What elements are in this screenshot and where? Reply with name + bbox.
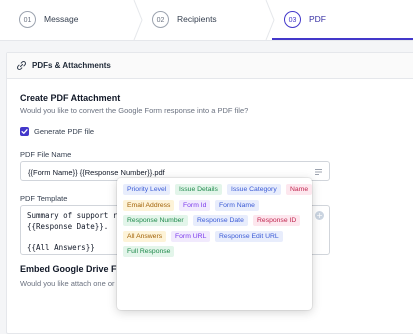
pdf-file-name-value: {{Form Name}} {{Response Number}}.pdf [28, 168, 165, 177]
placeholder-tag[interactable]: Response ID [253, 215, 301, 226]
placeholder-tag[interactable]: Form Name [215, 199, 259, 211]
placeholder-tags-popover: Priority Level Issue Details Issue Categor… [117, 178, 313, 310]
placeholder-tag[interactable]: Response Number [123, 215, 188, 226]
menu-lines-icon[interactable] [314, 168, 323, 176]
placeholder-tag[interactable]: Form URL [171, 230, 211, 242]
embed-drive-title: Embed Google Drive Files [20, 264, 132, 274]
card-title: PDFs & Attachments [32, 61, 111, 70]
step-message[interactable]: 01 Message [0, 0, 139, 40]
placeholder-tag[interactable]: Full Response [123, 246, 175, 257]
placeholder-tag[interactable]: Email Address [123, 199, 175, 211]
generate-pdf-label[interactable]: Generate PDF file [34, 127, 94, 136]
pdf-file-name-label: PDF File Name [20, 150, 72, 159]
step-number: 01 [19, 11, 36, 28]
card-header: PDFs & Attachments [7, 53, 413, 79]
pdf-template-label: PDF Template [20, 194, 68, 203]
placeholder-tag[interactable]: Priority Level [123, 184, 171, 195]
template-line: {{All Answers}} [27, 243, 95, 252]
generate-pdf-checkbox[interactable] [20, 127, 29, 136]
section-title: Create PDF Attachment [20, 93, 121, 103]
placeholder-tag[interactable]: Issue Details [175, 184, 222, 195]
template-line: {{Response Date}}. [27, 222, 109, 231]
check-icon [21, 129, 28, 134]
placeholder-tag[interactable]: All Answers [123, 230, 167, 242]
step-label: PDF [309, 14, 326, 24]
link-icon [17, 61, 26, 70]
active-step-indicator [272, 38, 413, 40]
step-label: Message [44, 14, 79, 24]
stepper: 01 Message 02 Recipients 03 PDF [0, 0, 413, 41]
plus-circle-icon[interactable]: + [315, 211, 324, 220]
placeholder-tag[interactable]: Name [286, 184, 313, 195]
embed-drive-subtitle: Would you like attach one or m [20, 279, 123, 288]
placeholder-tag[interactable]: Issue Category [227, 184, 281, 195]
step-pdf[interactable]: 03 PDF [265, 0, 413, 40]
section-subtitle: Would you like to convert the Google For… [20, 106, 249, 115]
placeholder-tag[interactable]: Response Edit URL [215, 230, 283, 242]
step-label: Recipients [177, 14, 217, 24]
step-recipients[interactable]: 02 Recipients [133, 0, 272, 40]
placeholder-tag[interactable]: Response Date [193, 215, 248, 226]
placeholder-tag[interactable]: Form Id [179, 199, 211, 211]
step-number: 02 [152, 11, 169, 28]
step-number: 03 [284, 11, 301, 28]
